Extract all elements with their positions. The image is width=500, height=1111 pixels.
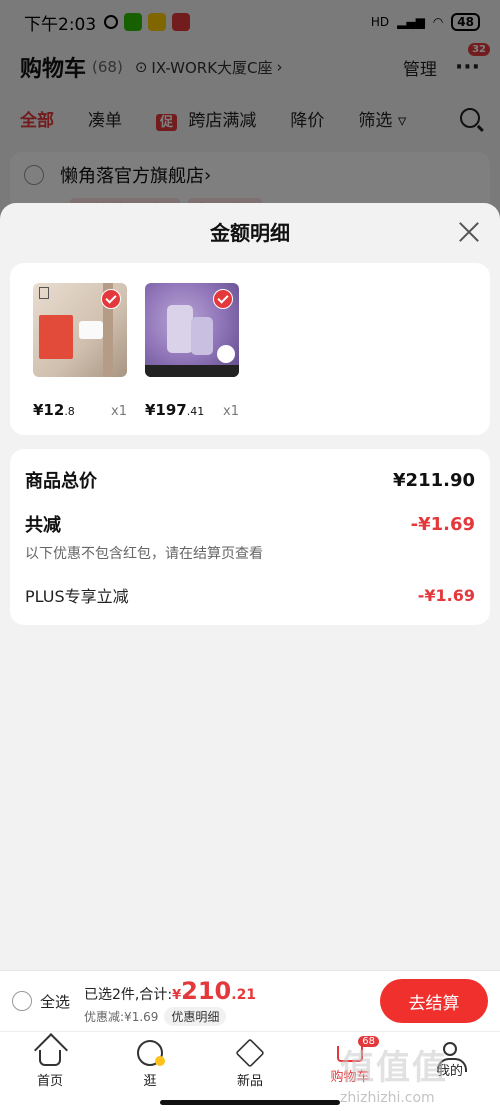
plus-discount-label: PLUS专享立减	[25, 587, 129, 606]
promo-sticker	[217, 345, 235, 363]
tab-new-label: 新品	[236, 1074, 263, 1089]
select-all-label[interactable]: 全选	[40, 991, 70, 1012]
checked-icon	[213, 289, 233, 309]
tab-home[interactable]: 首页	[0, 1032, 100, 1111]
brand-logo-icon	[39, 287, 49, 299]
product-price: ¥12.8	[33, 401, 75, 419]
discount-detail-button[interactable]: 优惠明细	[164, 1006, 227, 1026]
product-meta: ¥197.41 x1	[145, 401, 241, 419]
discount-row: 共减 -¥1.69	[25, 511, 475, 537]
total-value: ¥211.90	[393, 469, 475, 491]
promo-strip	[145, 365, 239, 377]
home-icon	[39, 1050, 61, 1066]
checkout-button[interactable]: 去结算	[380, 979, 488, 1023]
modal-overlay[interactable]	[0, 0, 500, 220]
plus-discount-row: PLUS专享立减 -¥1.69	[25, 583, 475, 607]
product-item[interactable]: ¥12.8 x1	[33, 283, 129, 435]
discount-value: -¥1.69	[410, 513, 475, 535]
checkout-totals: 已选2件,合计: ¥210.21 优惠减:¥1.69 优惠明细	[84, 977, 256, 1026]
discount-note: 以下优惠不包含红包，请在结算页查看	[25, 546, 263, 562]
discount-line: 优惠减:¥1.69 优惠明细	[84, 1006, 256, 1026]
close-icon[interactable]	[458, 221, 480, 243]
product-bottle	[167, 305, 193, 353]
total-label: 商品总价	[25, 471, 97, 492]
selected-count-text: 已选2件,合计:	[84, 986, 173, 1003]
checked-icon	[101, 289, 121, 309]
product-image	[145, 283, 239, 377]
home-indicator	[160, 1100, 340, 1105]
product-package	[39, 315, 73, 359]
product-clip	[79, 321, 103, 339]
selected-products: ¥12.8 x1 ¥197.41 x1	[10, 263, 490, 435]
tab-home-label: 首页	[36, 1074, 63, 1089]
amount-detail-sheet: 金额明细 ¥12.8 x1 ¥197.41 x1 商品总价 ¥211.90 共减…	[0, 203, 500, 970]
browse-face-icon	[137, 1040, 165, 1066]
discount-label: 共减	[25, 515, 61, 536]
sheet-title: 金额明细	[210, 221, 290, 245]
product-bottle	[191, 317, 213, 355]
watermark-logo: 值值值	[340, 1048, 448, 1088]
product-qty: x1	[111, 404, 127, 419]
product-image	[33, 283, 127, 377]
total-row: 商品总价 ¥211.90	[25, 467, 475, 493]
product-item[interactable]: ¥197.41 x1	[145, 283, 241, 435]
product-meta: ¥12.8 x1	[33, 401, 129, 419]
watermark-url: zhizhizhi.com	[340, 1090, 435, 1106]
discount-summary: 优惠减:¥1.69	[84, 1009, 159, 1024]
totals-line: 已选2件,合计: ¥210.21	[84, 977, 256, 1005]
cube-icon	[235, 1038, 265, 1068]
plus-discount-value: -¥1.69	[417, 585, 475, 605]
checkout-bar: 全选 已选2件,合计: ¥210.21 优惠减:¥1.69 优惠明细 去结算	[0, 970, 500, 1031]
select-all-radio[interactable]	[12, 991, 32, 1011]
product-price: ¥197.41	[145, 401, 205, 419]
tab-browse-label: 逛	[143, 1074, 157, 1089]
price-summary: 商品总价 ¥211.90 共减 -¥1.69 以下优惠不包含红包，请在结算页查看…	[10, 449, 490, 625]
product-qty: x1	[223, 404, 239, 419]
total-price: ¥210.21	[172, 976, 257, 1005]
